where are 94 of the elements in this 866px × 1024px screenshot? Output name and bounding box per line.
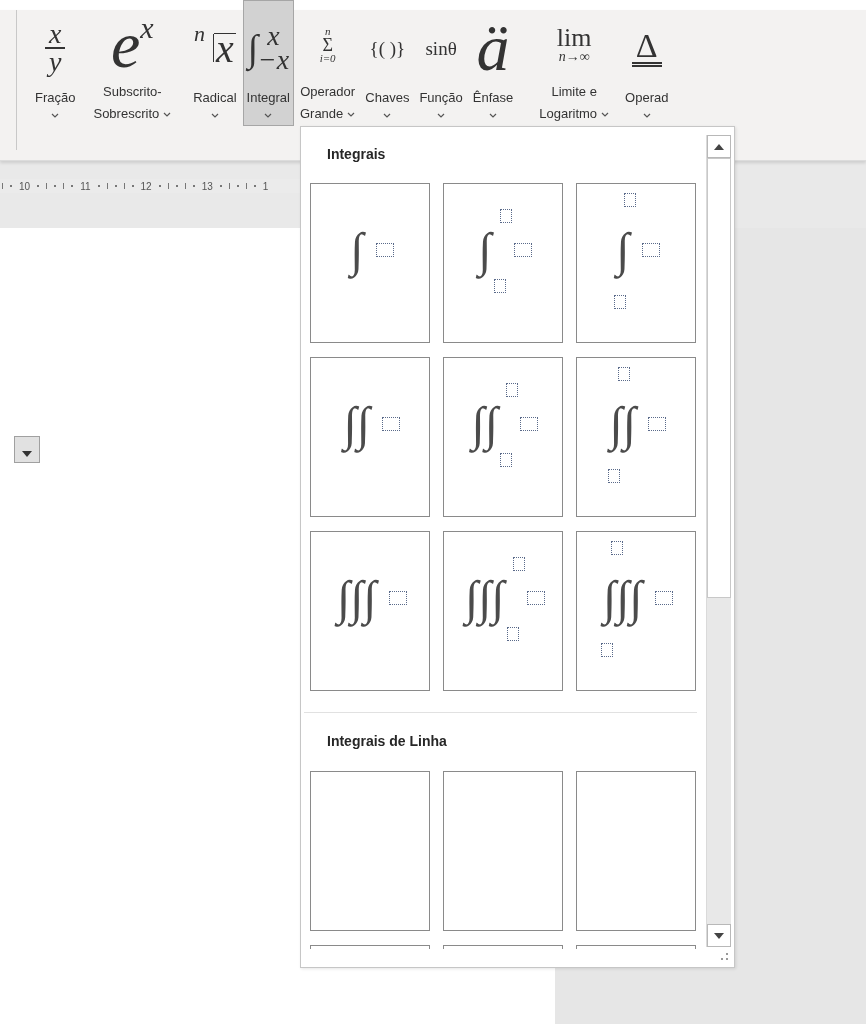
placeholder-icon (512, 556, 525, 571)
gallery-item[interactable]: ∫∫ (443, 357, 563, 517)
integral-sign: ∫ (474, 214, 498, 286)
ribbon-button[interactable]: ä Ênfase (468, 0, 518, 126)
placeholder-icon (388, 591, 407, 605)
math-symbol: n Σ i=0 (319, 24, 336, 66)
gallery-item[interactable]: ∫∫ (310, 357, 430, 517)
placeholder-icon (648, 417, 667, 431)
ruler-number: 12 (140, 180, 152, 192)
placeholder-icon (654, 591, 673, 605)
button-label: Ênfase (472, 89, 514, 107)
scroll-up-button[interactable] (707, 135, 731, 158)
section-title: Integrais (326, 145, 387, 163)
placeholder-icon (493, 279, 506, 294)
ruler-number: 1 (262, 180, 269, 192)
ruler-number: 13 (201, 180, 213, 192)
placeholder-icon (624, 192, 637, 207)
button-label: Operador (300, 83, 356, 101)
chevron-icon (163, 111, 172, 117)
placeholder-icon (506, 382, 519, 397)
gallery-item[interactable] (576, 771, 696, 931)
ribbon-button[interactable]: {( )} Chaves (361, 0, 414, 126)
gallery-item[interactable] (443, 771, 563, 931)
placeholder-icon (641, 243, 660, 257)
chevron-icon (437, 113, 446, 118)
placeholder-icon (526, 591, 545, 605)
integral-sign: ∫∫ (339, 388, 377, 460)
placeholder-icon (506, 627, 519, 642)
placeholder-icon (601, 643, 614, 658)
gallery-item[interactable]: ∫ (576, 183, 696, 343)
gallery-item[interactable] (310, 771, 430, 931)
ribbon-button[interactable]: lim n→∞ Limite e Logaritmo (535, 0, 614, 126)
gallery-item[interactable]: ∫ (443, 183, 563, 343)
chevron-icon (347, 111, 356, 117)
placeholder-icon (382, 417, 401, 431)
math-symbol: {( )} (369, 36, 406, 61)
math-symbol: lim n→∞ (556, 22, 592, 66)
integral-sign: ∫ (346, 214, 370, 286)
chevron-icon (264, 113, 273, 118)
ruler-number: 11 (80, 180, 91, 192)
integral-sign: ∫∫∫ (599, 562, 649, 634)
resize-grip-icon[interactable] (721, 953, 729, 961)
chevron-icon (51, 113, 60, 118)
button-label: Grande (299, 105, 344, 123)
down-arrow-icon (714, 932, 724, 939)
scrollbar[interactable] (706, 135, 731, 947)
placeholder-icon (500, 453, 513, 468)
integral-sign: ∫∫∫ (333, 562, 383, 634)
integral-sign: ∫∫∫ (461, 562, 511, 634)
chevron-icon (642, 113, 651, 118)
chevron-icon (210, 113, 219, 118)
button-label: Fração (35, 89, 76, 107)
ribbon-button[interactable]: sinθ Função (415, 0, 467, 126)
button-label: Integral (246, 89, 290, 107)
button-label: Operad (625, 89, 669, 107)
integral-sign: ∫∫ (605, 388, 643, 460)
placeholder-icon (513, 243, 532, 257)
integral-sign: ∫∫ (467, 388, 505, 460)
button-label: Chaves (365, 89, 410, 107)
ruler-number: 10 (19, 180, 31, 192)
down-arrow-icon (22, 451, 32, 457)
up-arrow-icon (714, 143, 724, 150)
gallery-item[interactable]: ∫∫∫ (576, 531, 696, 691)
ribbon-button[interactable]: x y Fração (31, 0, 80, 126)
button-label: Radical (193, 89, 237, 107)
placeholder-icon (499, 208, 512, 223)
gallery-item[interactable]: ∫∫ (576, 357, 696, 517)
button-label: Sobrescrito (93, 105, 160, 123)
math-symbol: sinθ (425, 36, 457, 61)
placeholder-icon (611, 540, 624, 555)
dropdown-button[interactable] (14, 436, 40, 463)
chevron-icon (383, 113, 392, 118)
placeholder-icon (375, 243, 394, 257)
section-title: Integrais de Linha (326, 732, 448, 751)
gallery-item[interactable]: ∫∫∫ (443, 531, 563, 691)
button-label: Função (419, 89, 463, 107)
chevron-icon (489, 113, 497, 118)
ribbon-button[interactable]: n x Radical (189, 0, 241, 126)
gallery-item[interactable]: ∫∫∫ (310, 531, 430, 691)
math-symbol: ä (476, 10, 510, 86)
gallery-item[interactable]: ∫ (310, 183, 430, 343)
integral-sign: ∫ (612, 214, 636, 286)
button-label: Subscrito- (103, 83, 162, 101)
scrollbar-thumb[interactable] (707, 158, 731, 598)
ribbon-button[interactable]: n Σ i=0 Operador Grande (295, 0, 360, 126)
ribbon-button[interactable]: Δ Operad (621, 0, 673, 126)
placeholder-icon (520, 417, 539, 431)
placeholder-icon (614, 295, 627, 310)
button-label: Logaritmo (539, 105, 598, 123)
button-label: Limite e (551, 83, 597, 101)
chevron-icon (601, 111, 610, 117)
placeholder-icon (607, 469, 620, 484)
placeholder-icon (617, 366, 630, 381)
scroll-down-button[interactable] (707, 924, 731, 947)
